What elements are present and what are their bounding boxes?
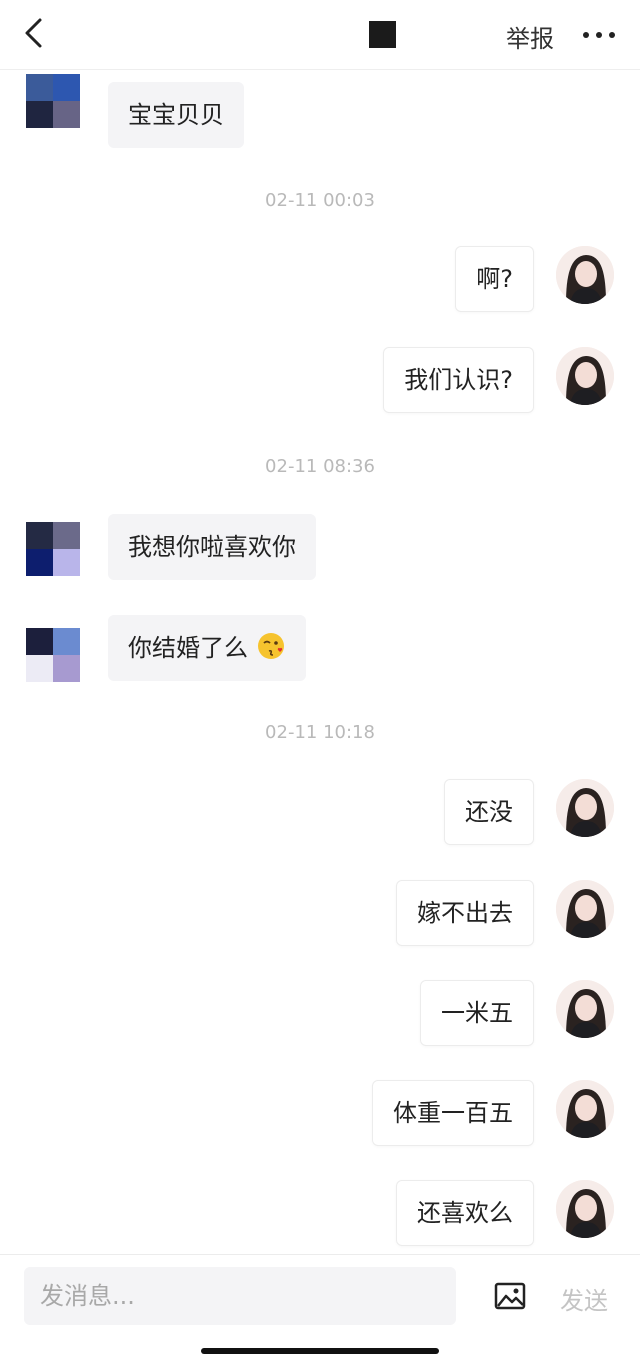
user-avatar[interactable] [556, 1080, 614, 1138]
outgoing-message-bubble[interactable]: 我们认识? [383, 347, 534, 413]
composer-divider [0, 1254, 640, 1255]
image-icon[interactable] [494, 1281, 526, 1311]
chevron-left-icon[interactable] [20, 16, 50, 50]
incoming-message-bubble[interactable]: 你结婚了么 [108, 615, 306, 681]
user-avatar[interactable] [556, 246, 614, 304]
send-button[interactable]: 发送 [560, 1281, 608, 1316]
kissing-face-emoji [257, 633, 284, 659]
redacted-contact-name [369, 21, 396, 48]
contact-avatar[interactable] [26, 74, 80, 128]
outgoing-message-bubble[interactable]: 还喜欢么 [396, 1180, 534, 1246]
contact-avatar[interactable] [26, 522, 80, 576]
outgoing-message-bubble[interactable]: 一米五 [420, 980, 534, 1046]
outgoing-message-bubble[interactable]: 啊? [455, 246, 534, 312]
header-divider [0, 69, 640, 70]
message-text: 你结婚了么 [128, 634, 248, 662]
user-avatar[interactable] [556, 779, 614, 837]
home-indicator[interactable] [201, 1348, 439, 1354]
timestamp: 02-11 00:03 [265, 190, 375, 211]
user-avatar[interactable] [556, 880, 614, 938]
report-button[interactable]: 举报 [506, 19, 554, 54]
chat-messages[interactable]: 宝宝贝贝 02-11 00:03 啊? 我们认识? 02-11 08:36 我想… [0, 71, 640, 1254]
timestamp: 02-11 08:36 [265, 456, 375, 477]
message-input-container[interactable] [24, 1267, 456, 1325]
more-dots-icon[interactable] [580, 25, 620, 45]
incoming-message-bubble[interactable]: 宝宝贝贝 [108, 82, 244, 148]
outgoing-message-bubble[interactable]: 还没 [444, 779, 534, 845]
outgoing-message-bubble[interactable]: 体重一百五 [372, 1080, 534, 1146]
user-avatar[interactable] [556, 1180, 614, 1238]
user-avatar[interactable] [556, 347, 614, 405]
outgoing-message-bubble[interactable]: 嫁不出去 [396, 880, 534, 946]
timestamp: 02-11 10:18 [265, 722, 375, 743]
contact-avatar[interactable] [26, 628, 80, 682]
incoming-message-bubble[interactable]: 我想你啦喜欢你 [108, 514, 316, 580]
chat-header: 举报 [0, 0, 640, 70]
message-input[interactable] [24, 1267, 456, 1325]
user-avatar[interactable] [556, 980, 614, 1038]
